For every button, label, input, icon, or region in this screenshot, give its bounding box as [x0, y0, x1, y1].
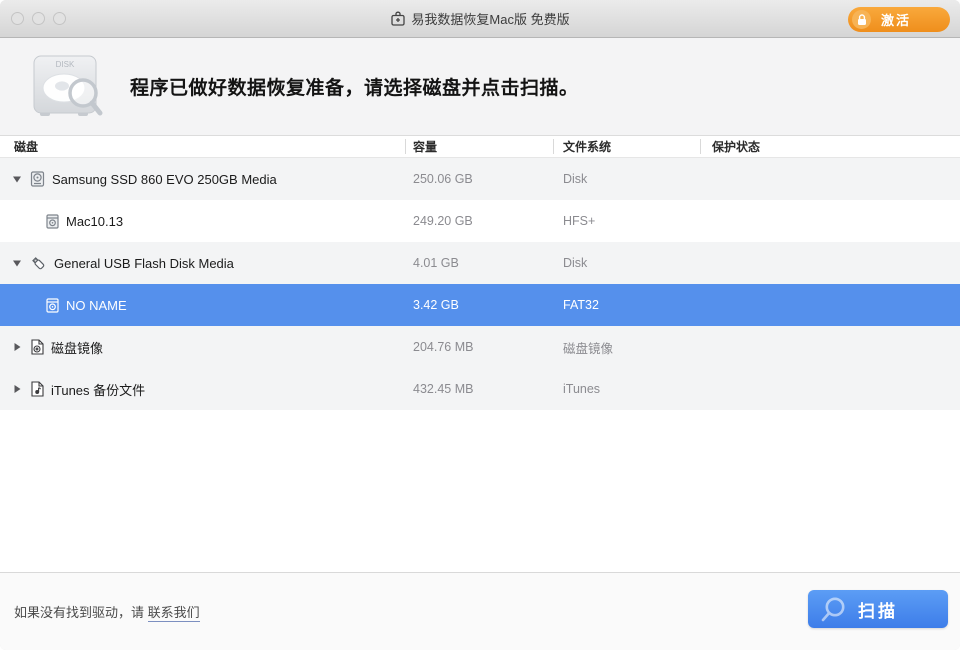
column-header-protection: 保护状态: [700, 138, 960, 155]
disk-search-icon: DISK: [26, 48, 110, 131]
minimize-window-button[interactable]: [32, 12, 45, 25]
table-row-samsung-ssd[interactable]: Samsung SSD 860 EVO 250GB Media 250.06 G…: [0, 158, 960, 200]
scan-button[interactable]: 扫描: [808, 590, 948, 628]
disk-filesystem: HFS+: [553, 214, 700, 228]
column-header-filesystem: 文件系统: [553, 138, 700, 155]
disk-filesystem: 磁盘镜像: [553, 338, 700, 357]
table-row-usb-disk[interactable]: General USB Flash Disk Media 4.01 GB Dis…: [0, 242, 960, 284]
column-divider: [405, 139, 406, 154]
disclosure-collapsed-icon[interactable]: [12, 342, 22, 352]
disk-filesystem: FAT32: [553, 298, 700, 312]
activate-button[interactable]: 激活: [848, 7, 950, 32]
disk-name: Samsung SSD 860 EVO 250GB Media: [52, 172, 277, 187]
hero-banner: DISK 程序已做好数据恢复准备，请选择磁盘并点击扫描。: [0, 38, 960, 136]
ready-message: 程序已做好数据恢复准备，请选择磁盘并点击扫描。: [130, 73, 579, 100]
drive-not-found-hint: 如果没有找到驱动，请 联系我们: [14, 602, 200, 621]
column-header-capacity: 容量: [405, 138, 553, 155]
usb-drive-icon: [30, 255, 47, 272]
traffic-lights: [11, 0, 66, 37]
disk-capacity: 4.01 GB: [405, 256, 553, 270]
scan-button-label: 扫描: [858, 597, 898, 622]
disk-name: General USB Flash Disk Media: [54, 256, 234, 271]
disk-filesystem: Disk: [553, 172, 700, 186]
empty-area: [0, 410, 960, 572]
column-header-disk: 磁盘: [0, 138, 405, 155]
disk-name: Mac10.13: [66, 214, 123, 229]
close-window-button[interactable]: [11, 12, 24, 25]
disk-capacity: 3.42 GB: [405, 298, 553, 312]
lock-icon: [852, 10, 871, 29]
disk-name: NO NAME: [66, 298, 127, 313]
hint-text: 如果没有找到驱动，请: [14, 605, 148, 620]
volume-icon: [46, 214, 59, 229]
disk-capacity: 250.06 GB: [405, 172, 553, 186]
contact-us-link[interactable]: 联系我们: [148, 605, 200, 622]
activate-button-label: 激活: [881, 10, 911, 29]
internal-drive-icon: [30, 171, 45, 187]
disk-filesystem: iTunes: [553, 382, 700, 396]
disk-name: iTunes 备份文件: [51, 380, 145, 399]
disclosure-collapsed-icon[interactable]: [12, 384, 22, 394]
table-row-no-name-selected[interactable]: NO NAME 3.42 GB FAT32: [0, 284, 960, 326]
magnifier-icon: [818, 595, 848, 628]
disk-capacity: 204.76 MB: [405, 340, 553, 354]
table-row-mac-volume[interactable]: Mac10.13 249.20 GB HFS+: [0, 200, 960, 242]
disk-filesystem: Disk: [553, 256, 700, 270]
title-bar: 易我数据恢复Mac版 免费版 激活: [0, 0, 960, 38]
app-window: 易我数据恢复Mac版 免费版 激活: [0, 0, 960, 650]
zoom-window-button[interactable]: [53, 12, 66, 25]
table-row-itunes-backup[interactable]: iTunes 备份文件 432.45 MB iTunes: [0, 368, 960, 410]
window-title: 易我数据恢复Mac版 免费版: [411, 9, 569, 28]
disk-capacity: 432.45 MB: [405, 382, 553, 396]
disclosure-expanded-icon[interactable]: [12, 258, 22, 268]
footer-bar: 如果没有找到驱动，请 联系我们 扫描: [0, 572, 960, 650]
disk-name: 磁盘镜像: [51, 338, 103, 357]
itunes-backup-icon: [30, 381, 44, 397]
column-divider: [700, 139, 701, 154]
recovery-box-icon: [390, 11, 406, 27]
disk-list: Samsung SSD 860 EVO 250GB Media 250.06 G…: [0, 158, 960, 410]
column-divider: [553, 139, 554, 154]
volume-icon: [46, 298, 59, 313]
disk-icon-label: DISK: [56, 60, 75, 69]
disk-capacity: 249.20 GB: [405, 214, 553, 228]
disclosure-expanded-icon[interactable]: [12, 174, 22, 184]
disk-image-icon: [30, 339, 44, 355]
table-header: 磁盘 容量 文件系统 保护状态: [0, 136, 960, 158]
table-row-disk-image[interactable]: 磁盘镜像 204.76 MB 磁盘镜像: [0, 326, 960, 368]
